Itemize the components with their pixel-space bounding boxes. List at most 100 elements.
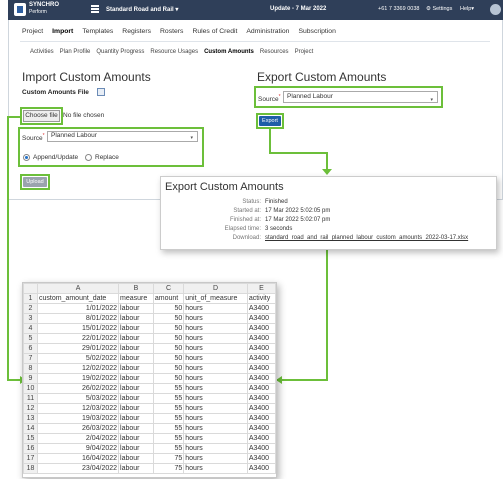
table-cell[interactable]: 23/04/2022 — [36, 463, 120, 474]
table-cell[interactable]: hours — [183, 323, 248, 334]
table-cell[interactable]: A3400 — [246, 333, 277, 344]
upload-button[interactable]: Upload — [23, 177, 47, 187]
table-cell[interactable]: 55 — [152, 423, 185, 434]
table-cell[interactable]: hours — [183, 413, 248, 424]
menu-icon[interactable] — [91, 5, 99, 13]
table-cell[interactable]: 2/04/2022 — [36, 433, 120, 444]
subnav-quantity-progress[interactable]: Quantity Progress — [96, 49, 144, 55]
column-letter[interactable]: C — [152, 283, 185, 294]
table-cell[interactable]: 75 — [152, 453, 185, 464]
table-cell[interactable]: labour — [118, 383, 154, 394]
nav-administration[interactable]: Administration — [246, 28, 289, 35]
append-update-radio[interactable] — [23, 154, 30, 161]
subnav-resources[interactable]: Resources — [260, 49, 289, 55]
table-cell[interactable]: A3400 — [246, 413, 277, 424]
table-cell[interactable]: hours — [183, 463, 248, 474]
table-cell[interactable]: 19/03/2022 — [36, 413, 120, 424]
table-cell[interactable]: 16/04/2022 — [36, 453, 120, 464]
table-cell[interactable]: 9/04/2022 — [36, 443, 120, 454]
table-cell[interactable]: 50 — [152, 313, 185, 324]
header-cell[interactable]: custom_amount_date — [36, 293, 120, 304]
table-cell[interactable]: labour — [118, 443, 154, 454]
table-cell[interactable]: A3400 — [246, 373, 277, 384]
help-menu[interactable]: Help▾ — [460, 6, 474, 12]
choose-file-button[interactable]: Choose file — [23, 110, 60, 122]
table-cell[interactable]: A3400 — [246, 403, 277, 414]
table-cell[interactable]: A3400 — [246, 343, 277, 354]
table-cell[interactable]: 55 — [152, 403, 185, 414]
table-cell[interactable]: hours — [183, 383, 248, 394]
nav-registers[interactable]: Registers — [122, 28, 151, 35]
table-cell[interactable]: hours — [183, 343, 248, 354]
subnav-resource-usages[interactable]: Resource Usages — [150, 49, 198, 55]
table-cell[interactable]: A3400 — [246, 303, 277, 314]
subnav-activities[interactable]: Activities — [30, 49, 54, 55]
table-cell[interactable]: hours — [183, 353, 248, 364]
table-cell[interactable]: 50 — [152, 353, 185, 364]
table-cell[interactable]: labour — [118, 333, 154, 344]
table-cell[interactable]: labour — [118, 353, 154, 364]
settings-link[interactable]: ⚙ Settings — [426, 6, 452, 12]
table-cell[interactable]: 50 — [152, 323, 185, 334]
export-button[interactable]: Export — [259, 116, 281, 126]
table-cell[interactable]: labour — [118, 403, 154, 414]
table-cell[interactable]: labour — [118, 463, 154, 474]
table-cell[interactable]: 55 — [152, 393, 185, 404]
header-cell[interactable]: amount — [152, 293, 185, 304]
table-cell[interactable]: 1/01/2022 — [36, 303, 120, 314]
table-cell[interactable]: 19/02/2022 — [36, 373, 120, 384]
download-link[interactable]: standard_road_and_rail_planned_labour_cu… — [265, 235, 468, 241]
export-source-select[interactable]: Planned Labour ▾ — [283, 91, 438, 103]
table-cell[interactable]: labour — [118, 363, 154, 374]
table-cell[interactable]: 50 — [152, 373, 185, 384]
table-cell[interactable]: hours — [183, 313, 248, 324]
table-cell[interactable]: 50 — [152, 363, 185, 374]
table-cell[interactable]: 12/03/2022 — [36, 403, 120, 414]
column-letter[interactable]: E — [246, 283, 277, 294]
nav-subscription[interactable]: Subscription — [298, 28, 335, 35]
table-cell[interactable]: labour — [118, 313, 154, 324]
header-cell[interactable]: measure — [118, 293, 154, 304]
table-cell[interactable]: 55 — [152, 383, 185, 394]
replace-radio[interactable] — [85, 154, 92, 161]
table-cell[interactable]: 26/03/2022 — [36, 423, 120, 434]
table-cell[interactable]: 22/01/2022 — [36, 333, 120, 344]
table-cell[interactable]: hours — [183, 333, 248, 344]
table-cell[interactable]: hours — [183, 453, 248, 464]
update-selector[interactable]: Update - 7 Mar 2022 — [270, 6, 326, 12]
table-cell[interactable]: 55 — [152, 433, 185, 444]
table-cell[interactable]: labour — [118, 323, 154, 334]
table-cell[interactable]: 55 — [152, 443, 185, 454]
table-cell[interactable]: hours — [183, 373, 248, 384]
table-cell[interactable]: hours — [183, 403, 248, 414]
table-cell[interactable]: 26/02/2022 — [36, 383, 120, 394]
table-cell[interactable]: 15/01/2022 — [36, 323, 120, 334]
table-cell[interactable]: labour — [118, 433, 154, 444]
table-cell[interactable]: A3400 — [246, 383, 277, 394]
table-cell[interactable]: labour — [118, 423, 154, 434]
table-cell[interactable]: hours — [183, 433, 248, 444]
table-cell[interactable]: labour — [118, 393, 154, 404]
column-letter[interactable]: B — [118, 283, 154, 294]
table-cell[interactable]: labour — [118, 453, 154, 464]
nav-import[interactable]: Import — [52, 28, 73, 35]
table-cell[interactable]: A3400 — [246, 443, 277, 454]
table-cell[interactable]: 5/03/2022 — [36, 393, 120, 404]
subnav-project[interactable]: Project — [295, 49, 314, 55]
table-cell[interactable]: hours — [183, 423, 248, 434]
table-cell[interactable]: hours — [183, 363, 248, 374]
table-cell[interactable]: A3400 — [246, 363, 277, 374]
table-cell[interactable]: 50 — [152, 333, 185, 344]
project-selector[interactable]: Standard Road and Rail ▾ — [106, 6, 178, 13]
avatar[interactable] — [490, 4, 501, 15]
table-cell[interactable]: labour — [118, 413, 154, 424]
subnav-custom-amounts[interactable]: Custom Amounts — [204, 49, 254, 55]
table-cell[interactable]: 50 — [152, 303, 185, 314]
table-cell[interactable]: labour — [118, 303, 154, 314]
table-cell[interactable]: hours — [183, 303, 248, 314]
table-cell[interactable]: A3400 — [246, 453, 277, 464]
table-cell[interactable]: A3400 — [246, 463, 277, 474]
table-cell[interactable]: 75 — [152, 463, 185, 474]
nav-rules-of-credit[interactable]: Rules of Credit — [192, 28, 237, 35]
header-cell[interactable]: activity — [246, 293, 277, 304]
